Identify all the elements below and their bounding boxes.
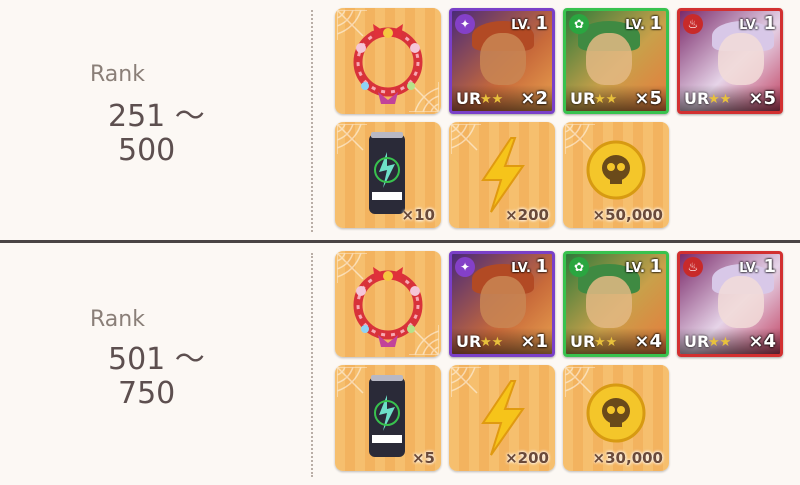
rank-label: Rank: [90, 307, 145, 332]
character-portrait: [718, 33, 764, 85]
level-label: LV.: [625, 18, 645, 33]
attribute-icon: ✦: [455, 14, 475, 34]
item-quantity: ×50,000: [592, 206, 663, 224]
card-quantity: ×4: [634, 331, 662, 352]
item-quantity: ×30,000: [592, 449, 663, 467]
card-level: LV. 1: [511, 13, 548, 34]
card-level: LV. 1: [625, 256, 662, 277]
card-level: LV. 1: [625, 13, 662, 34]
card-quantity: ×4: [748, 331, 776, 352]
rarity-badge: UR: [456, 89, 482, 108]
card-level: LV. 1: [511, 256, 548, 277]
star-rating: ★★: [594, 92, 618, 107]
character-portrait: [480, 33, 526, 85]
level-label: LV.: [511, 261, 531, 276]
attribute-icon: ✿: [569, 14, 589, 34]
flower-wreath-frame-icon: [353, 24, 423, 104]
frame-reward-tile[interactable]: [335, 251, 441, 357]
attribute-icon: ♨: [683, 14, 703, 34]
character-portrait: [586, 276, 632, 328]
frame-reward-tile[interactable]: [335, 8, 441, 114]
character-portrait: [480, 276, 526, 328]
rank-range-start: 501 ～: [108, 342, 205, 377]
reward-tier-1: Rank 251 ～ 500 ✦ LV. 1 UR ★★ ×2 ✿ LV. 1: [0, 0, 800, 240]
flower-wreath-frame-icon: [353, 267, 423, 347]
rarity-badge: UR: [570, 89, 596, 108]
dotted-separator: [311, 10, 313, 232]
star-rating: ★★: [708, 92, 732, 107]
rarity-badge: UR: [570, 332, 596, 351]
coin-reward-tile[interactable]: ×30,000: [563, 365, 669, 471]
level-label: LV.: [511, 18, 531, 33]
star-rating: ★★: [594, 335, 618, 350]
level-value: 1: [535, 256, 548, 277]
character-portrait: [718, 276, 764, 328]
energy-drink-reward-tile[interactable]: ×5: [335, 365, 441, 471]
level-label: LV.: [739, 18, 759, 33]
rank-range-start: 251 ～: [108, 99, 205, 134]
star-rating: ★★: [708, 335, 732, 350]
item-quantity: ×200: [505, 449, 549, 467]
rarity-badge: UR: [684, 332, 710, 351]
card-level: LV. 1: [739, 256, 776, 277]
rank-label: Rank: [90, 62, 145, 87]
character-card-reward[interactable]: ♨ LV. 1 UR ★★ ×4: [677, 251, 783, 357]
rarity-badge: UR: [456, 332, 482, 351]
card-quantity: ×5: [634, 88, 662, 109]
level-value: 1: [763, 256, 776, 277]
level-value: 1: [649, 13, 662, 34]
card-quantity: ×5: [748, 88, 776, 109]
card-quantity: ×1: [520, 331, 548, 352]
level-value: 1: [763, 13, 776, 34]
item-quantity: ×5: [411, 449, 435, 467]
energy-bolt-reward-tile[interactable]: ×200: [449, 365, 555, 471]
attribute-icon: ♨: [683, 257, 703, 277]
attribute-icon: ✿: [569, 257, 589, 277]
level-label: LV.: [739, 261, 759, 276]
energy-drink-reward-tile[interactable]: ×10: [335, 122, 441, 228]
dotted-separator: [311, 253, 313, 477]
character-card-reward[interactable]: ✿ LV. 1 UR ★★ ×5: [563, 8, 669, 114]
level-value: 1: [535, 13, 548, 34]
coin-reward-tile[interactable]: ×50,000: [563, 122, 669, 228]
item-quantity: ×200: [505, 206, 549, 224]
level-label: LV.: [625, 261, 645, 276]
character-portrait: [586, 33, 632, 85]
character-card-reward[interactable]: ✦ LV. 1 UR ★★ ×2: [449, 8, 555, 114]
rarity-badge: UR: [684, 89, 710, 108]
star-rating: ★★: [480, 92, 504, 107]
reward-tier-2: Rank 501 ～ 750 ✦ LV. 1 UR ★★ ×1 ✿ LV. 1 …: [0, 243, 800, 485]
card-quantity: ×2: [520, 88, 548, 109]
attribute-icon: ✦: [455, 257, 475, 277]
character-card-reward[interactable]: ♨ LV. 1 UR ★★ ×5: [677, 8, 783, 114]
rank-range-end: 500: [118, 133, 176, 168]
item-quantity: ×10: [401, 206, 435, 224]
character-card-reward[interactable]: ✿ LV. 1 UR ★★ ×4: [563, 251, 669, 357]
rank-range-end: 750: [118, 376, 176, 411]
level-value: 1: [649, 256, 662, 277]
character-card-reward[interactable]: ✦ LV. 1 UR ★★ ×1: [449, 251, 555, 357]
card-level: LV. 1: [739, 13, 776, 34]
star-rating: ★★: [480, 335, 504, 350]
energy-bolt-reward-tile[interactable]: ×200: [449, 122, 555, 228]
